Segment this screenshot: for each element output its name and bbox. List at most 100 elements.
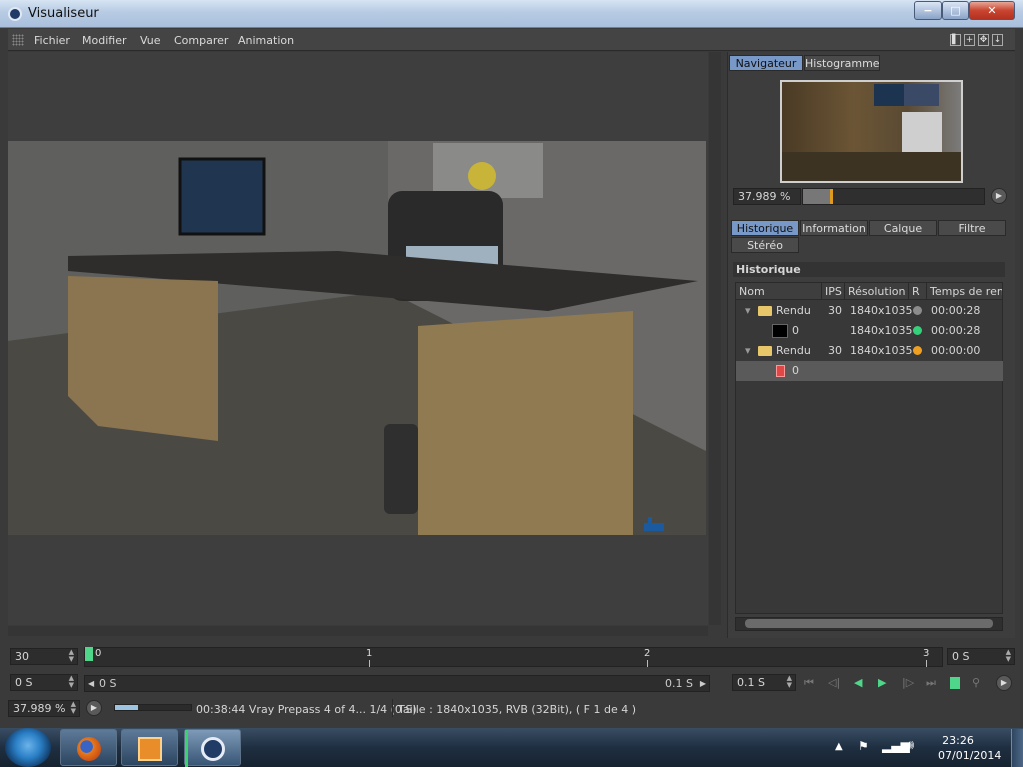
range-end-label: 0.1 S [665, 677, 693, 690]
history-row[interactable]: ▾ Rendu 30 1840x1035 00:00:00 [736, 341, 1003, 361]
spinner-icon: ▲ ▼ [786, 674, 792, 689]
maximize-button[interactable]: □ [942, 1, 969, 20]
tab-stereo[interactable]: Stéréo [731, 237, 799, 253]
title-bar[interactable] [0, 0, 1023, 28]
play-backward-icon[interactable]: ◀ [854, 674, 862, 692]
close-button[interactable]: ✕ [969, 1, 1015, 20]
transport-controls: ⏮ ◁| ◀ ▶ |▷ ⏭ ⚲ [800, 674, 1013, 692]
history-table: Nom IPS Résolution R Temps de rend ▾ Ren… [735, 282, 1003, 614]
tick-label: 3 [923, 648, 930, 659]
folder-icon [758, 301, 772, 321]
previous-frame-icon[interactable]: ◁| [828, 674, 840, 692]
timeline-ruler[interactable]: 0 1 2 3 [84, 647, 943, 667]
start-time-field[interactable]: 0 S ▲ ▼ [10, 674, 78, 691]
menu-vue[interactable]: Vue [140, 34, 161, 47]
status-play-icon[interactable]: ▶ [86, 700, 102, 716]
render-scene [8, 141, 706, 535]
navigator-play-icon[interactable]: ▶ [991, 188, 1007, 204]
grip-icon[interactable] [12, 34, 24, 46]
tray-show-hidden-icon[interactable]: ▲ [835, 741, 843, 752]
toolbar-icons: ▌ + ✥ ↓ [947, 32, 1011, 46]
menu-fichier[interactable]: Fichier [34, 34, 70, 47]
spinner-icon: ▲ ▼ [68, 674, 74, 689]
firefox-icon [77, 737, 101, 761]
tab-filtre[interactable]: Filtre [938, 220, 1006, 236]
waste-bin [384, 424, 418, 514]
menu-comparer[interactable]: Comparer [174, 34, 228, 47]
spinner-icon: ▲ ▼ [70, 700, 76, 715]
zoom-slider-handle[interactable] [830, 189, 833, 204]
status-zoom-field[interactable]: 37.989 % ▲ ▼ [8, 700, 80, 717]
rendered-image [8, 141, 706, 535]
column-header-temps[interactable]: Temps de rend [927, 283, 1003, 300]
media-player-icon [138, 737, 162, 761]
show-desktop-button[interactable] [1011, 729, 1023, 767]
volume-icon[interactable]: 🔊︎ [906, 738, 914, 753]
menu-animation[interactable]: Animation [238, 34, 294, 47]
column-header-resolution[interactable]: Résolution [845, 283, 909, 300]
window-title: Visualiseur [28, 6, 99, 21]
start-button[interactable] [5, 728, 51, 767]
row-resolution: 1840x1035 [850, 304, 913, 317]
history-scrollbar-thumb[interactable] [745, 619, 993, 628]
viewport-vertical-scrollbar[interactable] [709, 52, 721, 625]
tray-clock[interactable]: 23:26 07/01/2014 [938, 733, 1001, 763]
row-name: Rendu [776, 344, 811, 357]
viewport-horizontal-scrollbar[interactable] [8, 626, 708, 636]
arrow-down-icon[interactable]: ↓ [992, 34, 1003, 46]
tab-histogramme[interactable]: Histogramme [804, 55, 880, 71]
history-row[interactable]: 0 1840x1035 00:00:28 [736, 321, 1003, 341]
minimize-button[interactable]: − [914, 1, 942, 20]
magnifier-icon[interactable]: ⚲ [972, 674, 980, 692]
tab-information[interactable]: Information [800, 220, 868, 236]
layout-icon[interactable]: ▌ [950, 34, 961, 46]
column-header-ips[interactable]: IPS [822, 283, 845, 300]
range-left-arrow-icon[interactable]: ◀ [88, 676, 94, 691]
column-header-r[interactable]: R [909, 283, 927, 300]
row-resolution: 1840x1035 [850, 344, 913, 357]
go-to-start-icon[interactable]: ⏮ [804, 674, 814, 692]
new-window-icon[interactable]: + [964, 34, 975, 46]
row-ips: 30 [828, 344, 842, 357]
go-to-end-icon[interactable]: ⏭ [926, 674, 936, 692]
history-row[interactable]: ▾ Rendu 30 1840x1035 00:00:28 [736, 301, 1003, 321]
taskbar-media-player[interactable] [121, 729, 178, 766]
navigator-preview [782, 84, 961, 181]
folder-icon [758, 341, 772, 361]
image-thumbnail-icon [772, 324, 788, 338]
row-name: 0 [792, 324, 799, 337]
time-range-slider[interactable]: ◀ 0 S 0.1 S ▶ [84, 675, 710, 692]
desk-cabinet-left [68, 276, 218, 441]
action-center-flag-icon[interactable]: ⚑ [858, 739, 869, 753]
step-field[interactable]: 0.1 S ▲ ▼ [732, 674, 796, 691]
history-row-selected[interactable]: 0 [736, 361, 1003, 381]
taskbar-firefox[interactable] [60, 729, 117, 766]
column-header-nom[interactable]: Nom [736, 283, 822, 300]
taskbar-cinema4d[interactable] [184, 729, 241, 767]
expand-icon[interactable]: ▾ [745, 341, 751, 361]
navigator-thumbnail[interactable] [780, 80, 963, 183]
tab-historique[interactable]: Historique [731, 220, 799, 236]
navigator-zoom-field[interactable]: 37.989 % [733, 188, 801, 205]
row-ips: 30 [828, 304, 842, 317]
next-frame-icon[interactable]: |▷ [902, 674, 914, 692]
fps-field[interactable]: 30 ▲ ▼ [10, 648, 78, 665]
desk-cabinet-right [418, 311, 633, 535]
timeline-play-icon[interactable]: ▶ [996, 675, 1012, 691]
tab-navigateur[interactable]: Navigateur [729, 55, 803, 71]
tick-label: 2 [644, 648, 651, 659]
history-header: Historique [733, 262, 1005, 277]
menu-bar: Fichier Modifier Vue Comparer Animation … [8, 29, 1015, 51]
cinema4d-app-icon [8, 7, 22, 21]
range-right-arrow-icon[interactable]: ▶ [700, 676, 706, 691]
move-icon[interactable]: ✥ [978, 34, 989, 46]
status-divider [392, 699, 393, 717]
menu-modifier[interactable]: Modifier [82, 34, 126, 47]
end-time-field[interactable]: 0 S ▲ ▼ [947, 648, 1015, 665]
expand-icon[interactable]: ▾ [745, 301, 751, 321]
playhead-marker[interactable] [85, 647, 93, 661]
render-progress-fill [115, 705, 138, 710]
loop-icon[interactable] [950, 677, 960, 689]
play-forward-icon[interactable]: ▶ [878, 674, 886, 692]
tab-calque[interactable]: Calque [869, 220, 937, 236]
